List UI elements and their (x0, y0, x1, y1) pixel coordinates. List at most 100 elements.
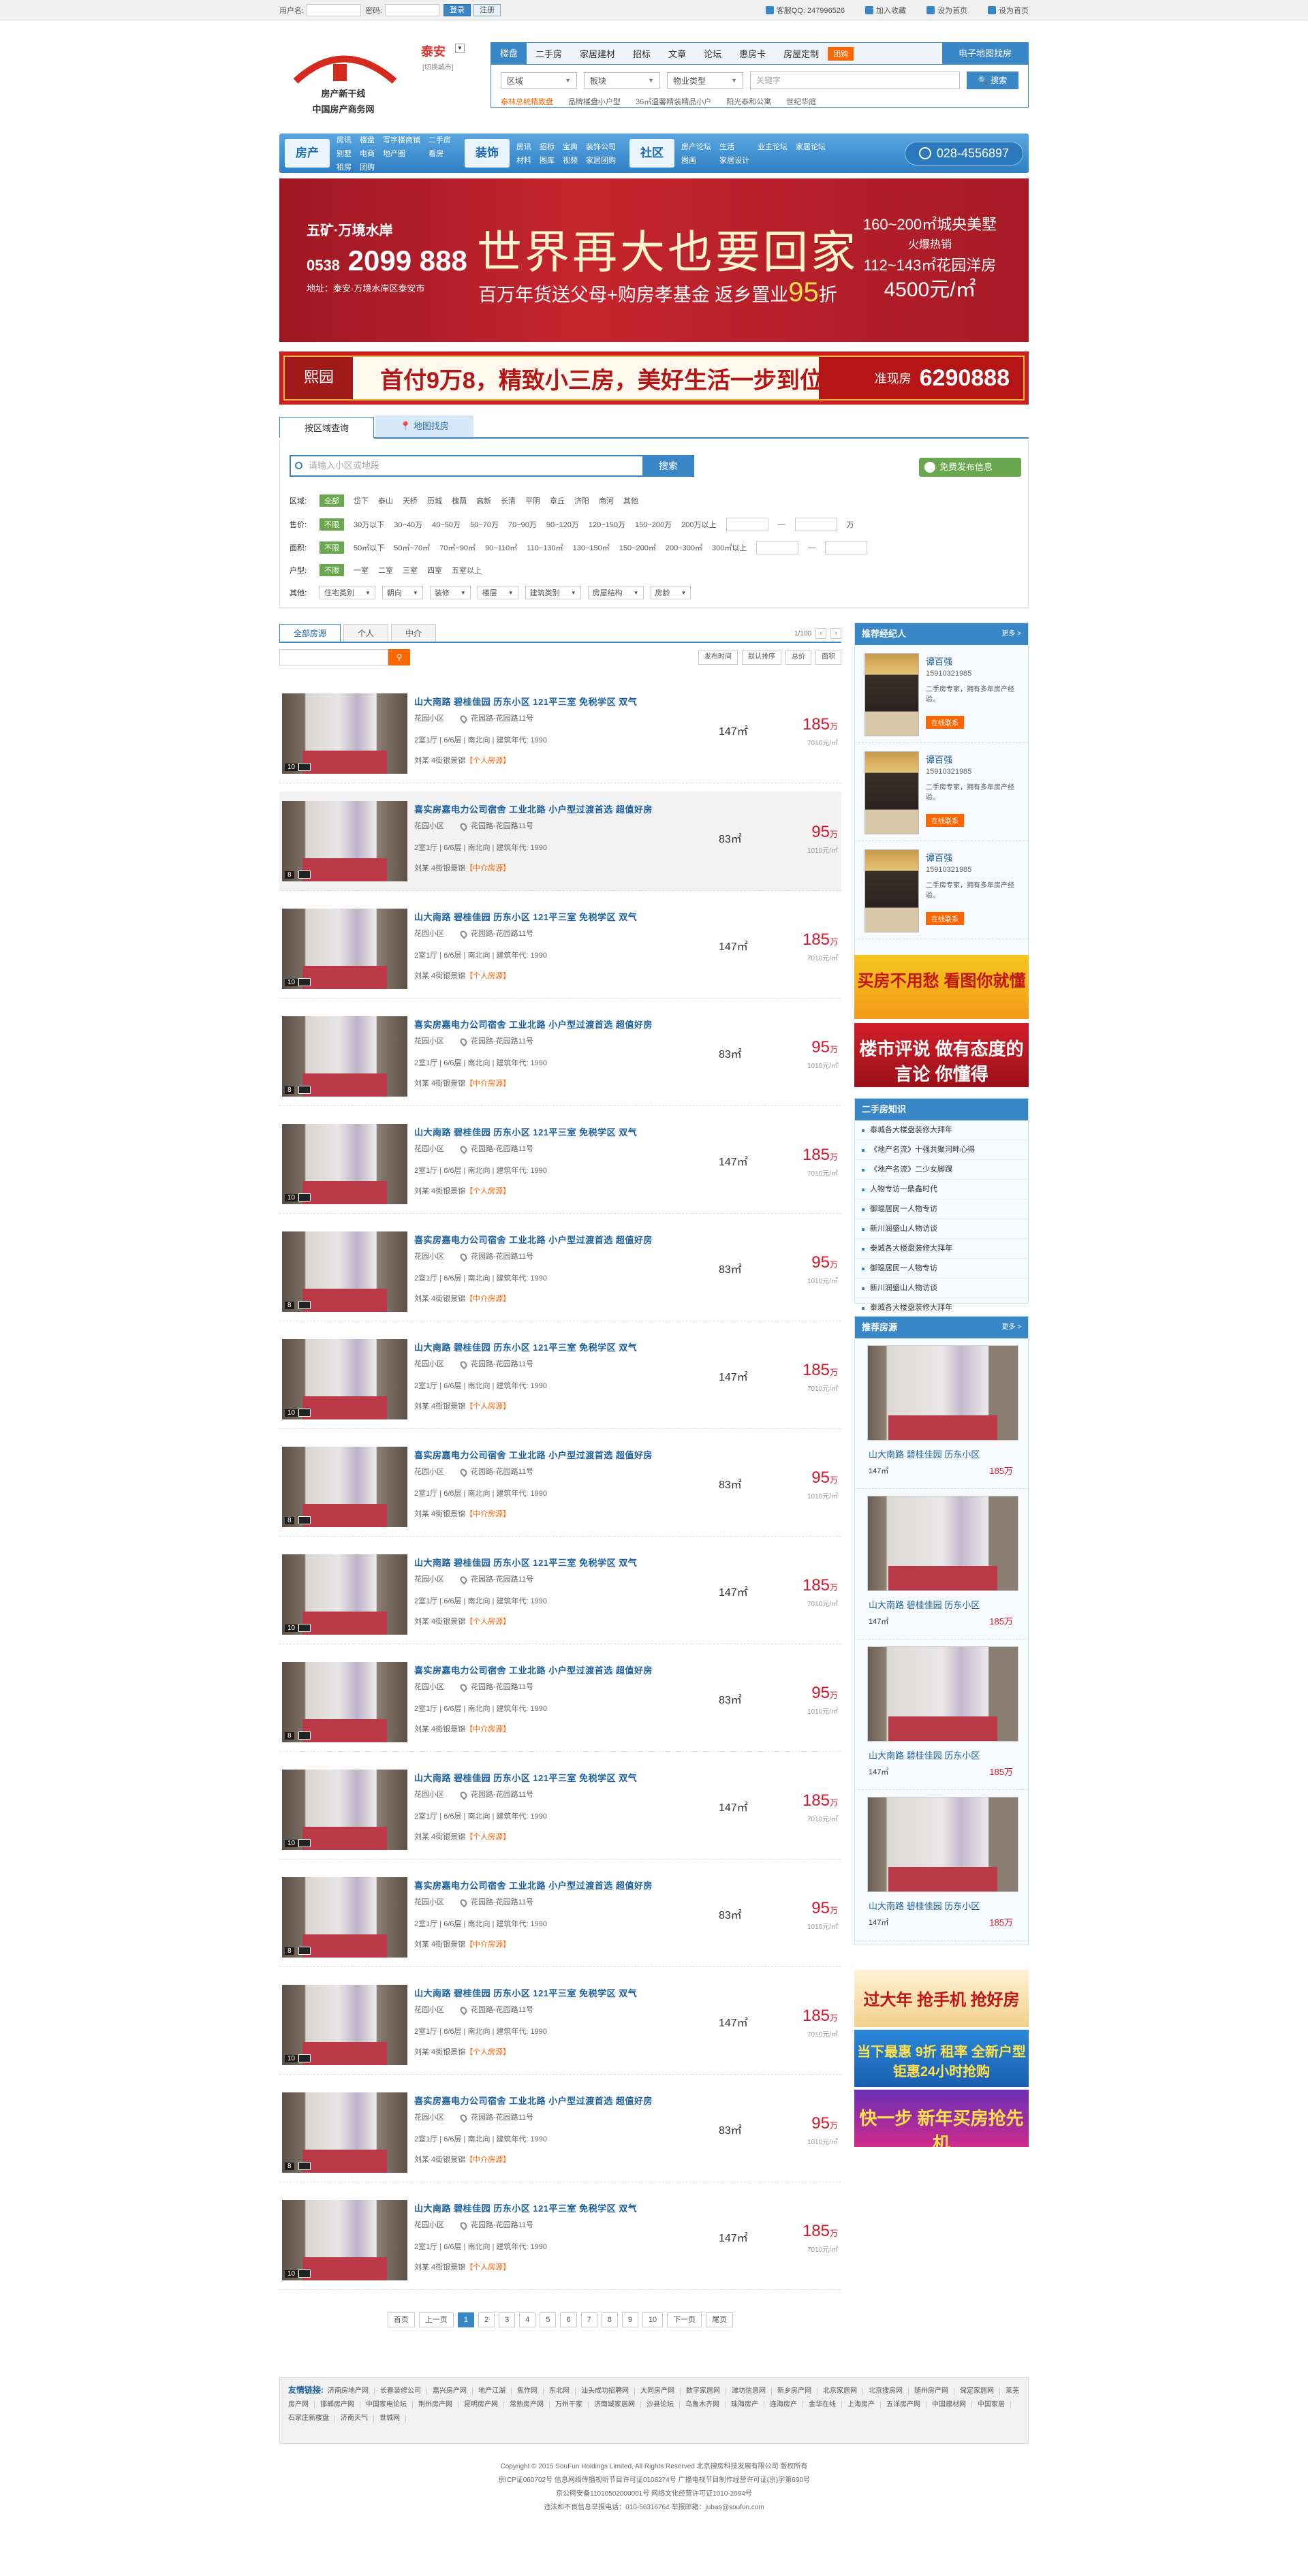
filter-option[interactable]: 200~300㎡ (666, 542, 702, 553)
listing-photo[interactable]: 10 (282, 1985, 407, 2065)
page-link[interactable]: 10 (642, 2312, 664, 2327)
sort-price[interactable]: 总价 (785, 650, 811, 665)
listing-title[interactable]: 喜实房嘉电力公司宿舍 工业北路 小户型过渡首选 超值好房 (414, 1233, 653, 1246)
contact-button[interactable]: 在线联系 (926, 912, 964, 925)
nav-link[interactable]: 生活 (719, 141, 749, 152)
filter-option[interactable]: 章丘 (550, 495, 565, 506)
page-link[interactable]: 尾页 (706, 2312, 734, 2327)
filter-option[interactable]: 历城 (427, 495, 442, 506)
nav-link[interactable]: 家居设计 (719, 155, 749, 166)
listing-row[interactable]: 8 喜实房嘉电力公司宿舍 工业北路 小户型过渡首选 超值好房 花园小区 花园路-花园路… (279, 2083, 841, 2182)
community-name[interactable]: 花园小区 (414, 714, 444, 723)
district-select[interactable]: 区域 ▼ (501, 72, 577, 89)
nav-link[interactable]: 房产论坛 (681, 141, 711, 152)
listing-title[interactable]: 山大南路 碧桂佳园 历东小区 121平三室 免税学区 双气 (414, 1986, 637, 1999)
city-name[interactable]: 泰安 (421, 42, 446, 60)
friend-link[interactable]: 万州干家 (555, 2401, 589, 2408)
listing-row[interactable]: 8 喜实房嘉电力公司宿舍 工业北路 小户型过渡首选 超值好房 花园小区 花园路-花园路… (279, 1652, 841, 1752)
nav-title[interactable]: 房产 (285, 139, 330, 168)
friend-link[interactable]: 潍坊信息网 (732, 2387, 772, 2395)
listing-row[interactable]: 10 山大南路 碧桂佳园 历东小区 121平三室 免税学区 双气 花园小区 花园路-花… (279, 1330, 841, 1429)
nav-link[interactable]: 别墅 (337, 148, 352, 159)
listing-title[interactable]: 山大南路 碧桂佳园 历东小区 121平三室 免税学区 双气 (414, 695, 637, 708)
listing-row[interactable]: 8 喜实房嘉电力公司宿舍 工业北路 小户型过渡首选 超值好房 花园小区 花园路-花园路… (279, 1437, 841, 1537)
knowledge-item[interactable]: 《地产名流》十强共聚河畔心得 (855, 1140, 1028, 1160)
tab-zhaobiao[interactable]: 招标 (624, 47, 659, 60)
house-photo[interactable] (867, 1345, 1018, 1441)
tab-ershoufang[interactable]: 二手房 (527, 47, 571, 60)
friend-link[interactable]: 焦作网 (517, 2387, 544, 2395)
page-link[interactable]: 1 (457, 2312, 474, 2327)
password-input[interactable] (385, 4, 440, 16)
newwin-link[interactable]: 设为首页 (988, 5, 1029, 16)
listing-title[interactable]: 喜实房嘉电力公司宿舍 工业北路 小户型过渡首选 超值好房 (414, 2094, 653, 2107)
listing-photo[interactable]: 8 (282, 801, 407, 881)
community-name[interactable]: 花园小区 (414, 1683, 444, 1691)
listing-title[interactable]: 山大南路 碧桂佳园 历东小区 121平三室 免税学区 双气 (414, 2201, 637, 2214)
friend-link[interactable]: 北京搜房网 (869, 2387, 909, 2395)
knowledge-item[interactable]: 新川润盛山人物访谈 (855, 1278, 1028, 1298)
nav-link[interactable]: 招标 (540, 141, 555, 152)
friend-link[interactable]: 济南城家居网 (594, 2401, 641, 2408)
listing-title[interactable]: 山大南路 碧桂佳园 历东小区 121平三室 免税学区 双气 (414, 1556, 637, 1569)
community-name[interactable]: 花园小区 (414, 1360, 444, 1368)
community-name[interactable]: 花园小区 (414, 1253, 444, 1261)
listing-photo[interactable]: 8 (282, 2092, 407, 2173)
hot-link[interactable]: 泰林总统精致盘 (501, 96, 553, 107)
tab-huifangka[interactable]: 惠房卡 (730, 47, 775, 60)
contact-button[interactable]: 在线联系 (926, 716, 964, 729)
friend-link[interactable]: 邯郸房产网 (320, 2401, 360, 2408)
page-link[interactable]: 2 (478, 2312, 495, 2327)
nav-link[interactable]: 房讯 (337, 134, 352, 145)
filter-all[interactable]: 不限 (320, 518, 344, 531)
filter-all[interactable]: 不限 (320, 564, 344, 576)
knowledge-item[interactable]: 泰城各大楼盘装修大拜年 (855, 1239, 1028, 1259)
friend-link[interactable]: 济南房地产网 (328, 2387, 375, 2395)
listing-photo[interactable]: 10 (282, 693, 407, 774)
tab-jiaju[interactable]: 家居建材 (571, 47, 624, 60)
community-name[interactable]: 花园小区 (414, 1898, 444, 1906)
nav-link[interactable]: 家居论坛 (796, 141, 826, 152)
chevron-down-icon[interactable]: ▼ (455, 44, 465, 53)
chevron-right-icon[interactable]: › (830, 628, 841, 639)
friend-link[interactable]: 保定家居网 (960, 2387, 1000, 2395)
search-icon[interactable]: ⚲ (388, 649, 410, 665)
nav-link[interactable]: 宝典 (563, 141, 578, 152)
recommended-house[interactable]: 山大南路 碧桂佳园 历东小区 147㎡ 185万 (855, 1489, 1028, 1639)
agent-card[interactable]: 谭百强 15910321985 二手房专家，拥有多年房产经验。 在线联系 (855, 645, 1028, 743)
friend-link[interactable]: 昆明房产网 (464, 2401, 504, 2408)
agent-name[interactable]: 谭百强 (926, 753, 952, 766)
sort-area[interactable]: 面积 (815, 650, 841, 665)
filter-option[interactable]: 120~150万 (589, 519, 625, 530)
friend-link[interactable]: 沙县论坛 (647, 2401, 680, 2408)
filter-option[interactable]: 三室 (403, 565, 418, 576)
knowledge-item[interactable]: 御琨居民一人物专访 (855, 1259, 1028, 1278)
friend-link[interactable]: 常熟房产网 (510, 2401, 550, 2408)
page-link[interactable]: 3 (499, 2312, 516, 2327)
other-select[interactable]: 房屋结构 ▼ (587, 586, 644, 599)
page-link[interactable]: 8 (601, 2312, 618, 2327)
friend-link[interactable]: 中国家居 (978, 2401, 1011, 2408)
map-search-button[interactable]: 电子地图找房 (941, 42, 1028, 65)
hot-link[interactable]: 品牌楼盘小户型 (568, 96, 621, 107)
listing-title[interactable]: 山大南路 碧桂佳园 历东小区 121平三室 免税学区 双气 (414, 1125, 637, 1138)
listing-title[interactable]: 山大南路 碧桂佳园 历东小区 121平三室 免税学区 双气 (414, 1771, 637, 1784)
knowledge-item[interactable]: 《地产名流》二少女脚踝 (855, 1160, 1028, 1180)
more-link[interactable]: 更多 > (1001, 1317, 1021, 1338)
listing-row[interactable]: 10 山大南路 碧桂佳园 历东小区 121平三室 免税学区 双气 花园小区 花园路-花… (279, 1760, 841, 1859)
agent-photo[interactable] (865, 653, 919, 736)
filter-option[interactable]: 300㎡以上 (712, 542, 747, 553)
nav-link[interactable]: 看房 (429, 148, 451, 159)
nav-link[interactable]: 地产圈 (383, 148, 420, 159)
nav-link[interactable]: 房讯 (516, 141, 531, 152)
agent-photo[interactable] (865, 751, 919, 834)
register-button[interactable]: 注册 (473, 4, 501, 16)
knowledge-item[interactable]: 泰城各大楼盘装修大拜年 (855, 1120, 1028, 1140)
community-name[interactable]: 花园小区 (414, 822, 444, 830)
filter-option[interactable]: 70㎡~90㎡ (439, 542, 476, 553)
filter-option[interactable]: 30~40万 (394, 519, 422, 530)
community-name[interactable]: 花园小区 (414, 1791, 444, 1799)
recommended-house[interactable]: 山大南路 碧桂佳园 历东小区 147㎡ 185万 (855, 1338, 1028, 1489)
knowledge-item[interactable]: 御琨居民一人物专访 (855, 1199, 1028, 1219)
page-link[interactable]: 上一页 (418, 2312, 454, 2327)
